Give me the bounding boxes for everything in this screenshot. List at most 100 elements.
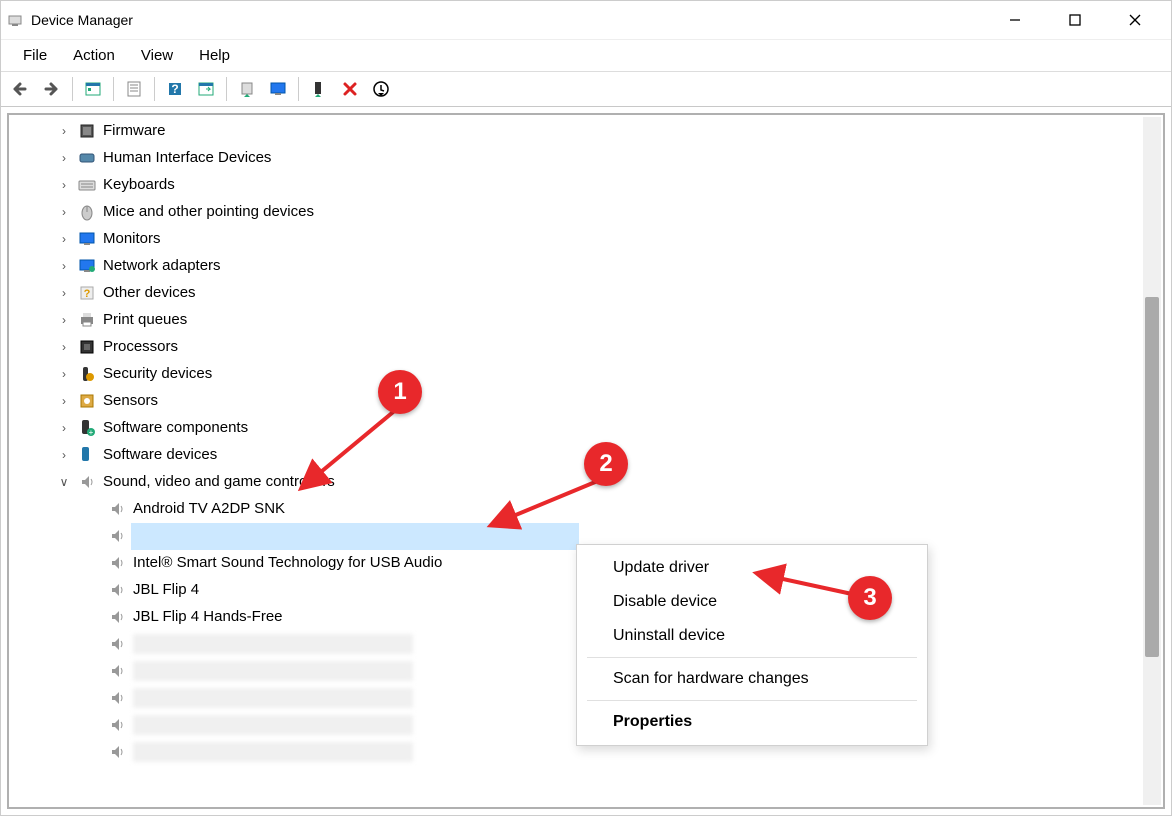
annotation-badge-1: 1 xyxy=(378,370,422,414)
speaker-icon xyxy=(107,661,127,681)
category-label: Software devices xyxy=(103,446,217,463)
back-button[interactable] xyxy=(7,75,35,103)
titlebar: Device Manager xyxy=(1,1,1171,39)
menu-file[interactable]: File xyxy=(11,43,59,68)
close-button[interactable] xyxy=(1105,1,1165,39)
speaker-icon xyxy=(107,526,127,546)
annotation-badge-2: 2 xyxy=(584,442,628,486)
enable-device-button[interactable] xyxy=(305,75,333,103)
device-label: Intel® Smart Sound Technology for USB Au… xyxy=(133,554,442,571)
other-icon: ? xyxy=(77,283,97,303)
toolbar-separator xyxy=(113,77,114,101)
update-driver-button[interactable] xyxy=(233,75,261,103)
network-icon xyxy=(77,256,97,276)
expander-icon[interactable]: › xyxy=(57,178,71,192)
svg-text:?: ? xyxy=(84,288,91,300)
speaker-icon xyxy=(107,688,127,708)
toolbar-separator xyxy=(226,77,227,101)
disable-device-button[interactable] xyxy=(367,75,395,103)
redacted-label xyxy=(133,688,413,708)
toolbar-separator xyxy=(154,77,155,101)
menu-view[interactable]: View xyxy=(129,43,185,68)
tree-category[interactable]: › Network adapters xyxy=(9,252,1163,279)
category-label: Print queues xyxy=(103,311,187,328)
redacted-label xyxy=(133,715,413,735)
expander-icon[interactable]: › xyxy=(57,313,71,327)
tree-category[interactable]: › Human Interface Devices xyxy=(9,144,1163,171)
expander-icon[interactable]: › xyxy=(57,448,71,462)
menubar: File Action View Help xyxy=(1,39,1171,71)
minimize-button[interactable] xyxy=(985,1,1045,39)
forward-button[interactable] xyxy=(38,75,66,103)
menu-help[interactable]: Help xyxy=(187,43,242,68)
category-label: Sensors xyxy=(103,392,158,409)
help-button[interactable]: ? xyxy=(161,75,189,103)
hid-icon xyxy=(77,148,97,168)
tree-category[interactable]: ›+Software components xyxy=(9,414,1163,441)
tree-category[interactable]: › Monitors xyxy=(9,225,1163,252)
expander-icon[interactable]: › xyxy=(57,205,71,219)
chip-icon xyxy=(77,121,97,141)
tree-category[interactable]: › Firmware xyxy=(9,117,1163,144)
menu-action[interactable]: Action xyxy=(61,43,127,68)
expander-icon[interactable]: › xyxy=(57,286,71,300)
context-menu: Update driverDisable deviceUninstall dev… xyxy=(576,544,928,746)
expander-icon[interactable]: › xyxy=(57,259,71,273)
expander-icon[interactable]: › xyxy=(57,421,71,435)
toolbar-separator xyxy=(298,77,299,101)
speaker-icon xyxy=(107,553,127,573)
context-menu-item[interactable]: Properties xyxy=(577,705,927,739)
speaker-icon xyxy=(77,472,97,492)
redacted-label xyxy=(133,742,413,762)
context-menu-separator xyxy=(587,700,917,701)
tree-category[interactable]: › Mice and other pointing devices xyxy=(9,198,1163,225)
properties-button[interactable] xyxy=(120,75,148,103)
category-label: Human Interface Devices xyxy=(103,149,271,166)
category-label: Keyboards xyxy=(103,176,175,193)
speaker-icon xyxy=(107,580,127,600)
expander-icon[interactable]: › xyxy=(57,340,71,354)
context-menu-separator xyxy=(587,657,917,658)
category-label: Mice and other pointing devices xyxy=(103,203,314,220)
expander-icon[interactable]: › xyxy=(57,124,71,138)
expander-icon[interactable]: › xyxy=(57,367,71,381)
software-icon: + xyxy=(77,418,97,438)
expander-icon[interactable]: › xyxy=(57,394,71,408)
tree-category[interactable]: › Keyboards xyxy=(9,171,1163,198)
category-label: Network adapters xyxy=(103,257,221,274)
expander-icon[interactable]: › xyxy=(57,151,71,165)
show-hide-tree-button[interactable] xyxy=(79,75,107,103)
speaker-icon xyxy=(107,742,127,762)
redacted-label xyxy=(133,634,413,654)
toolbar: ? xyxy=(1,71,1171,107)
tree-category[interactable]: › Security devices xyxy=(9,360,1163,387)
softdev-icon xyxy=(77,445,97,465)
expander-icon[interactable]: ∨ xyxy=(57,475,71,489)
toolbar-separator xyxy=(72,77,73,101)
tree-category[interactable]: › Sensors xyxy=(9,387,1163,414)
expander-icon[interactable]: › xyxy=(57,232,71,246)
tree-category[interactable]: ›Processors xyxy=(9,333,1163,360)
category-label: Firmware xyxy=(103,122,166,139)
scan-hardware-button[interactable] xyxy=(192,75,220,103)
display-button[interactable] xyxy=(264,75,292,103)
tree-device[interactable]: Android TV A2DP SNK xyxy=(9,495,1163,522)
tree-category[interactable]: › Print queues xyxy=(9,306,1163,333)
sensor-icon xyxy=(77,391,97,411)
maximize-button[interactable] xyxy=(1045,1,1105,39)
speaker-icon xyxy=(107,715,127,735)
context-menu-item[interactable]: Uninstall device xyxy=(577,619,927,653)
mouse-icon xyxy=(77,202,97,222)
context-menu-item[interactable]: Scan for hardware changes xyxy=(577,662,927,696)
uninstall-device-button[interactable] xyxy=(336,75,364,103)
tree-category[interactable]: ›? Other devices xyxy=(9,279,1163,306)
svg-text:+: + xyxy=(89,428,94,437)
svg-text:?: ? xyxy=(171,82,178,96)
window-title: Device Manager xyxy=(31,12,985,28)
device-manager-icon xyxy=(7,12,23,28)
category-label: Other devices xyxy=(103,284,196,301)
category-label: Monitors xyxy=(103,230,161,247)
speaker-icon xyxy=(107,499,127,519)
category-label: Security devices xyxy=(103,365,212,382)
redacted-label xyxy=(133,661,413,681)
